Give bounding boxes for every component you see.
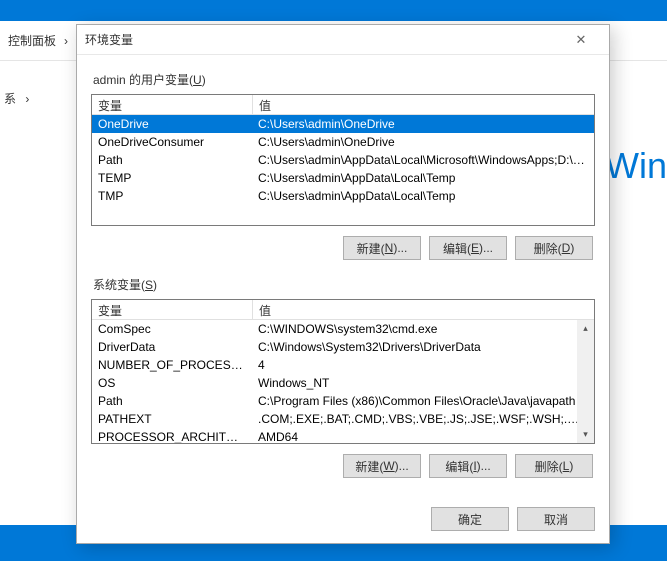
- scroll-up-icon[interactable]: ▴: [577, 320, 594, 337]
- var-value: C:\Users\admin\AppData\Local\Temp: [252, 188, 594, 204]
- dialog-titlebar[interactable]: 环境变量 ✕: [77, 25, 609, 55]
- var-value: C:\Users\admin\OneDrive: [252, 134, 594, 150]
- close-icon[interactable]: ✕: [561, 32, 601, 48]
- user-vars-list[interactable]: 变量 值 OneDriveC:\Users\admin\OneDriveOneD…: [91, 94, 595, 226]
- scroll-down-icon[interactable]: ▾: [577, 426, 594, 443]
- scrollbar[interactable]: ▴ ▾: [577, 320, 594, 443]
- var-name: OneDriveConsumer: [92, 134, 252, 150]
- var-value: C:\Users\admin\AppData\Local\Temp: [252, 170, 594, 186]
- var-value: C:\WINDOWS\system32\cmd.exe: [252, 321, 594, 337]
- table-row[interactable]: ComSpecC:\WINDOWS\system32\cmd.exe: [92, 320, 594, 338]
- var-name: OneDrive: [92, 116, 252, 132]
- table-row[interactable]: OneDriveC:\Users\admin\OneDrive: [92, 115, 594, 133]
- dialog-title: 环境变量: [85, 31, 133, 48]
- new-user-button[interactable]: 新建(N)...: [343, 236, 421, 260]
- var-name: TMP: [92, 188, 252, 204]
- table-row[interactable]: TMPC:\Users\admin\AppData\Local\Temp: [92, 187, 594, 205]
- var-value: Windows_NT: [252, 375, 594, 391]
- var-name: DriverData: [92, 339, 252, 355]
- var-value: AMD64: [252, 429, 594, 444]
- col-value[interactable]: 值: [253, 300, 594, 319]
- new-sys-button[interactable]: 新建(W)...: [343, 454, 421, 478]
- col-variable[interactable]: 变量: [92, 95, 252, 114]
- var-name: NUMBER_OF_PROCESSORS: [92, 357, 252, 373]
- user-vars-label: admin 的用户变量(U): [93, 71, 593, 88]
- var-name: PATHEXT: [92, 411, 252, 427]
- var-value: C:\Windows\System32\Drivers\DriverData: [252, 339, 594, 355]
- var-name: TEMP: [92, 170, 252, 186]
- col-value[interactable]: 值: [253, 95, 594, 114]
- list-header: 变量 值: [92, 300, 594, 320]
- col-variable[interactable]: 变量: [92, 300, 252, 319]
- window-titlebar: [0, 0, 667, 21]
- table-row[interactable]: PathC:\Program Files (x86)\Common Files\…: [92, 392, 594, 410]
- breadcrumb-item[interactable]: 控制面板: [8, 32, 56, 49]
- edit-sys-button[interactable]: 编辑(I)...: [429, 454, 507, 478]
- cancel-button[interactable]: 取消: [517, 507, 595, 531]
- table-row[interactable]: PROCESSOR_ARCHITECTUREAMD64: [92, 428, 594, 444]
- var-name: PROCESSOR_ARCHITECTURE: [92, 429, 252, 444]
- table-row[interactable]: PATHEXT.COM;.EXE;.BAT;.CMD;.VBS;.VBE;.JS…: [92, 410, 594, 428]
- ok-button[interactable]: 确定: [431, 507, 509, 531]
- chevron-right-icon: ›: [64, 34, 68, 48]
- windows-logo-text: Win: [605, 145, 667, 187]
- table-row[interactable]: OSWindows_NT: [92, 374, 594, 392]
- delete-sys-button[interactable]: 删除(L): [515, 454, 593, 478]
- sys-vars-label: 系统变量(S): [93, 276, 593, 293]
- var-name: Path: [92, 152, 252, 168]
- table-row[interactable]: PathC:\Users\admin\AppData\Local\Microso…: [92, 151, 594, 169]
- var-value: .COM;.EXE;.BAT;.CMD;.VBS;.VBE;.JS;.JSE;.…: [252, 411, 594, 427]
- table-row[interactable]: DriverDataC:\Windows\System32\Drivers\Dr…: [92, 338, 594, 356]
- sys-vars-list[interactable]: 变量 值 ComSpecC:\WINDOWS\system32\cmd.exeD…: [91, 299, 595, 444]
- var-name: OS: [92, 375, 252, 391]
- breadcrumb-trail: 系 ›: [4, 90, 29, 107]
- var-name: ComSpec: [92, 321, 252, 337]
- var-value: C:\Program Files (x86)\Common Files\Orac…: [252, 393, 594, 409]
- table-row[interactable]: TEMPC:\Users\admin\AppData\Local\Temp: [92, 169, 594, 187]
- table-row[interactable]: NUMBER_OF_PROCESSORS4: [92, 356, 594, 374]
- env-vars-dialog: 环境变量 ✕ admin 的用户变量(U) 变量 值 OneDriveC:\Us…: [76, 24, 610, 544]
- table-row[interactable]: OneDriveConsumerC:\Users\admin\OneDrive: [92, 133, 594, 151]
- list-header: 变量 值: [92, 95, 594, 115]
- delete-user-button[interactable]: 删除(D): [515, 236, 593, 260]
- edit-user-button[interactable]: 编辑(E)...: [429, 236, 507, 260]
- var-name: Path: [92, 393, 252, 409]
- var-value: C:\Users\admin\AppData\Local\Microsoft\W…: [252, 152, 594, 168]
- var-value: 4: [252, 357, 594, 373]
- var-value: C:\Users\admin\OneDrive: [252, 116, 594, 132]
